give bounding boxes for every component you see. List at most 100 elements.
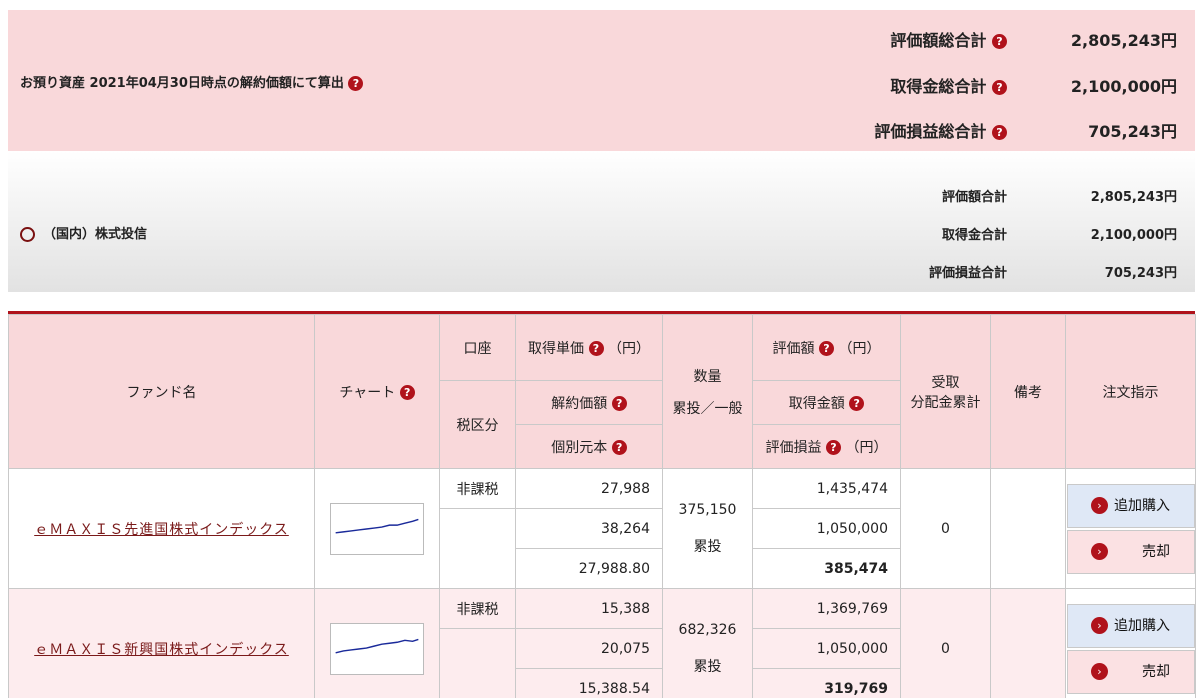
help-icon[interactable]: ?: [399, 385, 415, 400]
fund-chart-thumbnail[interactable]: [330, 622, 424, 675]
summary-row-profit: 評価損益総合計 ? 705,243円: [757, 118, 1177, 142]
summary-label: 評価額総合計 ?: [890, 27, 1007, 51]
summary-value: 705,243円: [1088, 122, 1177, 141]
header-acq-unit-price: 取得単価 ? （円）: [515, 314, 663, 381]
valuation: 1,435,474: [752, 468, 901, 509]
order-cell: › 追加購入 › 売却: [1065, 588, 1196, 698]
category-label: 取得金合計: [941, 228, 1007, 243]
quantity-value: 375,150: [678, 501, 737, 518]
tax-empty-cell: [439, 628, 516, 698]
tax-empty-cell: [439, 508, 516, 589]
tax-cell: 非課税: [439, 588, 516, 629]
table-row: ｅＭＡＸＩＳ新興国株式インデックス 非課税 15,388 682,326 累投 1…: [8, 588, 1196, 698]
summary-label-text: 評価額総合計: [890, 31, 987, 50]
sell-label: 売却: [1142, 543, 1170, 560]
category-title-text: （国内）株式投信: [43, 227, 148, 242]
tax-cell: 非課税: [439, 468, 516, 509]
dividend-cell: 0: [900, 588, 991, 698]
chart-cell: [314, 468, 440, 589]
add-purchase-label: 追加購入: [1114, 617, 1170, 634]
header-acq-amount-text: 取得金額: [788, 395, 845, 412]
header-principal-text: 個別元本: [551, 439, 608, 456]
category-value: 2,100,000円: [1090, 228, 1177, 243]
acq-unit-price: 15,388: [515, 588, 663, 629]
help-icon[interactable]: ?: [992, 125, 1007, 140]
chevron-right-circle-icon: ›: [1091, 497, 1108, 514]
order-cell: › 追加購入 › 売却: [1065, 468, 1196, 589]
header-principal: 個別元本 ?: [515, 424, 663, 469]
category-label: 評価額合計: [941, 190, 1007, 205]
valuation-pl: 319,769: [752, 668, 901, 698]
summary-label: 取得金総合計 ?: [890, 73, 1007, 97]
header-dividend: 受取 分配金累計: [900, 314, 991, 469]
fund-name-link[interactable]: ｅＭＡＸＩＳ先進国株式インデックス: [34, 522, 289, 538]
acq-amount: 1,050,000: [752, 508, 901, 549]
header-fund-name: ファンド名: [8, 314, 315, 469]
header-notes: 備考: [990, 314, 1066, 469]
header-valuation-text: 評価額: [772, 340, 815, 357]
header-unit: （円）: [845, 439, 888, 456]
category-value: 705,243円: [1104, 266, 1177, 281]
summary-title-text: お預り資産 2021年04月30日時点の解約価額にて算出: [20, 76, 344, 91]
sell-button[interactable]: › 売却: [1066, 529, 1195, 574]
summary-title: お預り資産 2021年04月30日時点の解約価額にて算出 ?: [20, 72, 364, 91]
help-icon[interactable]: ?: [611, 440, 627, 455]
category-title: （国内）株式投信: [20, 223, 147, 242]
valuation-pl: 385,474: [752, 548, 901, 589]
help-icon[interactable]: ?: [348, 76, 364, 91]
quantity-type: 累投: [693, 658, 722, 675]
help-icon[interactable]: ?: [588, 341, 604, 356]
individual-principal: 15,388.54: [515, 668, 663, 698]
summary-label-text: 取得金総合計: [890, 77, 987, 96]
cancel-price: 38,264: [515, 508, 663, 549]
valuation: 1,369,769: [752, 588, 901, 629]
quantity-value: 682,326: [678, 621, 737, 638]
help-icon[interactable]: ?: [826, 440, 841, 455]
add-purchase-button[interactable]: › 追加購入: [1066, 603, 1195, 648]
help-icon[interactable]: ?: [992, 80, 1007, 95]
add-purchase-button[interactable]: › 追加購入: [1066, 483, 1195, 528]
header-tax: 税区分: [439, 380, 516, 469]
help-icon[interactable]: ?: [819, 341, 834, 356]
summary-row-valuation: 評価額総合計 ? 2,805,243円: [757, 27, 1177, 51]
cancel-price: 20,075: [515, 628, 663, 669]
add-purchase-label: 追加購入: [1114, 497, 1170, 514]
header-quantity: 数量 累投／一般: [662, 314, 753, 469]
header-cancel-price: 解約価額 ?: [515, 380, 663, 425]
summary-label-text: 評価損益総合計: [874, 122, 987, 141]
header-unit: （円）: [607, 340, 650, 357]
help-icon[interactable]: ?: [849, 396, 865, 411]
fund-name-cell: ｅＭＡＸＩＳ先進国株式インデックス: [8, 468, 315, 589]
chevron-right-circle-icon: ›: [1091, 543, 1108, 560]
acq-amount: 1,050,000: [752, 628, 901, 669]
header-cancel-price-text: 解約価額: [551, 395, 608, 412]
header-dividend-line2: 分配金累計: [910, 394, 981, 411]
summary-label: 評価損益総合計 ?: [874, 118, 1007, 142]
category-row-profit: 評価損益合計 705,243円: [777, 262, 1177, 282]
header-order: 注文指示: [1065, 314, 1196, 469]
table-row: ｅＭＡＸＩＳ先進国株式インデックス 非課税 27,988 375,150 累投 1…: [8, 468, 1196, 589]
quantity-type: 累投: [693, 538, 722, 555]
header-acq-amount: 取得金額 ?: [752, 380, 901, 425]
help-icon[interactable]: ?: [992, 34, 1007, 49]
dividend-cell: 0: [900, 468, 991, 589]
category-label: 評価損益合計: [928, 266, 1007, 281]
category-panel: （国内）株式投信 評価額合計 2,805,243円 取得金合計 2,100,00…: [8, 151, 1195, 292]
category-value: 2,805,243円: [1090, 190, 1177, 205]
fund-name-link[interactable]: ｅＭＡＸＩＳ新興国株式インデックス: [34, 642, 289, 658]
circle-icon: [20, 227, 35, 242]
summary-value: 2,100,000円: [1070, 77, 1177, 96]
fund-chart-thumbnail[interactable]: [330, 502, 424, 555]
help-icon[interactable]: ?: [611, 396, 627, 411]
sell-button[interactable]: › 売却: [1066, 649, 1195, 694]
fund-name-cell: ｅＭＡＸＩＳ新興国株式インデックス: [8, 588, 315, 698]
summary-row-acquisition: 取得金総合計 ? 2,100,000円: [757, 73, 1177, 97]
individual-principal: 27,988.80: [515, 548, 663, 589]
header-valuation-pl-text: 評価損益: [765, 439, 822, 456]
sell-label: 売却: [1142, 663, 1170, 680]
header-quantity-sub: 累投／一般: [672, 400, 743, 417]
chevron-right-circle-icon: ›: [1091, 663, 1108, 680]
header-acq-unit-price-text: 取得単価: [528, 340, 585, 357]
quantity-cell: 375,150 累投: [662, 468, 753, 589]
category-row-valuation: 評価額合計 2,805,243円: [777, 186, 1177, 206]
